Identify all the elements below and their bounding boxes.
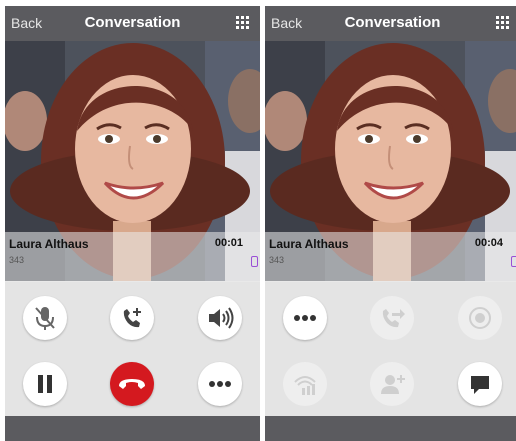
chat-icon — [471, 376, 489, 394]
handover-button[interactable] — [283, 362, 327, 406]
hold-button[interactable] — [23, 362, 67, 406]
call-controls — [5, 282, 260, 416]
mobile-device-icon — [511, 256, 516, 267]
nav-bar: Back Conversation — [5, 6, 260, 41]
more-button[interactable] — [283, 296, 327, 340]
caller-extension: 343 — [269, 255, 285, 265]
mic-mute-icon — [35, 307, 55, 330]
transfer-icon — [382, 309, 405, 328]
add-call-icon — [123, 308, 141, 328]
bottom-bar — [5, 416, 260, 441]
more-dots-icon — [209, 381, 231, 387]
call-duration: 00:04 — [474, 237, 503, 249]
bottom-bar — [265, 416, 516, 441]
call-controls — [265, 282, 516, 416]
handover-icon — [294, 376, 316, 395]
page-title: Conversation — [84, 14, 181, 31]
caller-info: Laura Althaus 343 00:04 — [265, 232, 516, 282]
caller-info: Laura Althaus 343 00:01 — [5, 232, 260, 282]
add-call-button[interactable] — [110, 296, 154, 340]
call-screen-left: Back Conversation Laura Althaus 343 00:0… — [5, 6, 260, 441]
caller-name: Laura Althaus — [269, 237, 349, 251]
call-screen-right: Back Conversation Laura Althaus 343 00:0… — [265, 6, 516, 441]
transfer-button[interactable] — [370, 296, 414, 340]
dialpad-grid-icon[interactable] — [496, 16, 510, 30]
more-button[interactable] — [198, 362, 242, 406]
caller-extension: 343 — [9, 255, 25, 265]
dialpad-grid-icon[interactable] — [236, 16, 250, 30]
record-icon — [469, 307, 491, 329]
pause-icon — [38, 375, 52, 393]
chat-button[interactable] — [458, 362, 502, 406]
end-call-button[interactable] — [110, 362, 154, 406]
more-dots-icon — [294, 315, 316, 321]
caller-name: Laura Althaus — [9, 237, 89, 251]
add-participant-icon — [381, 375, 405, 394]
call-duration: 00:01 — [214, 237, 243, 249]
page-title: Conversation — [344, 14, 441, 31]
speaker-button[interactable] — [198, 296, 242, 340]
mobile-device-icon — [251, 256, 258, 267]
speaker-icon — [209, 307, 234, 329]
record-button[interactable] — [458, 296, 502, 340]
hangup-icon — [119, 379, 145, 389]
mute-button[interactable] — [23, 296, 67, 340]
nav-bar: Back Conversation — [265, 6, 516, 41]
add-participant-button[interactable] — [370, 362, 414, 406]
